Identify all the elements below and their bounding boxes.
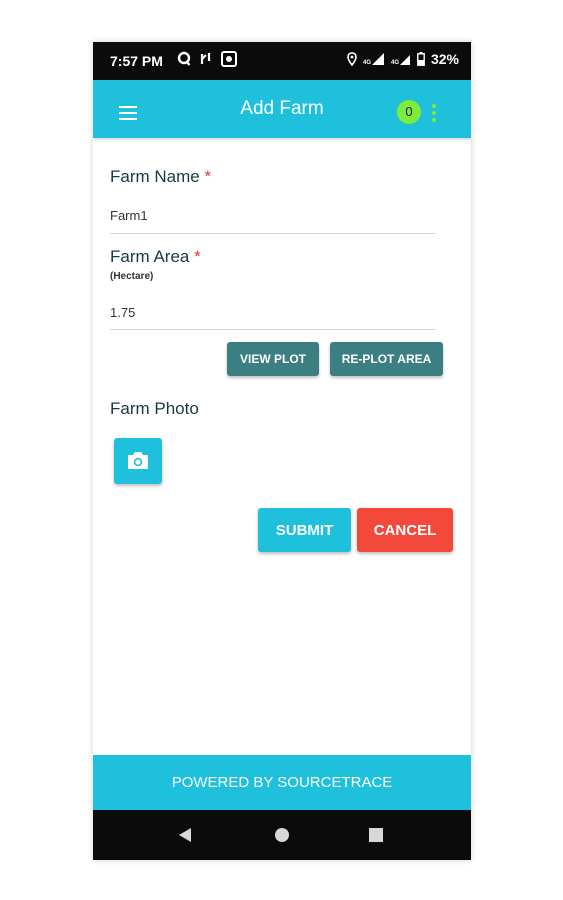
app-bar: Add Farm 0 bbox=[93, 80, 471, 138]
recents-icon[interactable] bbox=[369, 828, 383, 842]
farm-name-label-text: Farm Name bbox=[110, 167, 200, 186]
farm-area-label-text: Farm Area bbox=[110, 247, 190, 266]
farm-name-input[interactable]: Farm1 bbox=[110, 208, 148, 223]
farm-area-required-mark: * bbox=[194, 247, 201, 266]
home-icon[interactable] bbox=[274, 827, 290, 843]
powered-by-footer: POWERED BY SOURCETRACE bbox=[93, 755, 471, 810]
status-time: 7:57 PM bbox=[110, 53, 163, 69]
status-icons-left bbox=[177, 51, 237, 67]
farm-area-underline bbox=[110, 329, 436, 330]
signal-4g-icon: 4G bbox=[363, 53, 384, 66]
farm-area-label: Farm Area * bbox=[110, 247, 201, 267]
take-photo-button[interactable] bbox=[114, 438, 162, 484]
svg-text:4G: 4G bbox=[391, 60, 399, 66]
status-icons-right: 4G 4G 32% bbox=[347, 51, 459, 67]
more-options-icon[interactable] bbox=[432, 104, 436, 125]
notification-count-badge[interactable]: 0 bbox=[397, 100, 421, 124]
farm-photo-label: Farm Photo bbox=[110, 399, 199, 418]
replot-area-button[interactable]: RE-PLOT AREA bbox=[330, 342, 443, 376]
farm-name-required-mark: * bbox=[204, 167, 212, 186]
location-icon bbox=[347, 52, 357, 66]
cancel-button[interactable]: CANCEL bbox=[357, 508, 453, 552]
battery-icon bbox=[417, 52, 425, 66]
q-app-icon bbox=[177, 51, 191, 66]
svg-text:4G: 4G bbox=[363, 60, 371, 66]
status-bar: 7:57 PM 4G 4G 32% bbox=[93, 42, 471, 80]
farm-name-underline bbox=[110, 233, 436, 234]
call-forward-icon bbox=[200, 53, 211, 64]
battery-percent: 32% bbox=[430, 51, 459, 67]
view-plot-button[interactable]: VIEW PLOT bbox=[227, 342, 319, 376]
camera-icon bbox=[128, 452, 148, 469]
back-icon[interactable] bbox=[178, 827, 192, 843]
submit-button[interactable]: SUBMIT bbox=[258, 508, 351, 552]
farm-area-input[interactable]: 1.75 bbox=[110, 305, 135, 320]
camera-notification-icon bbox=[221, 51, 237, 67]
system-nav-bar bbox=[93, 810, 471, 860]
signal-4g-icon-2: 4G bbox=[391, 55, 410, 66]
farm-area-unit-label: (Hectare) bbox=[110, 271, 154, 282]
phone-frame: 7:57 PM 4G 4G 32% Add Farm 0 Farm Name *… bbox=[93, 42, 471, 860]
farm-name-label: Farm Name * bbox=[110, 167, 211, 187]
